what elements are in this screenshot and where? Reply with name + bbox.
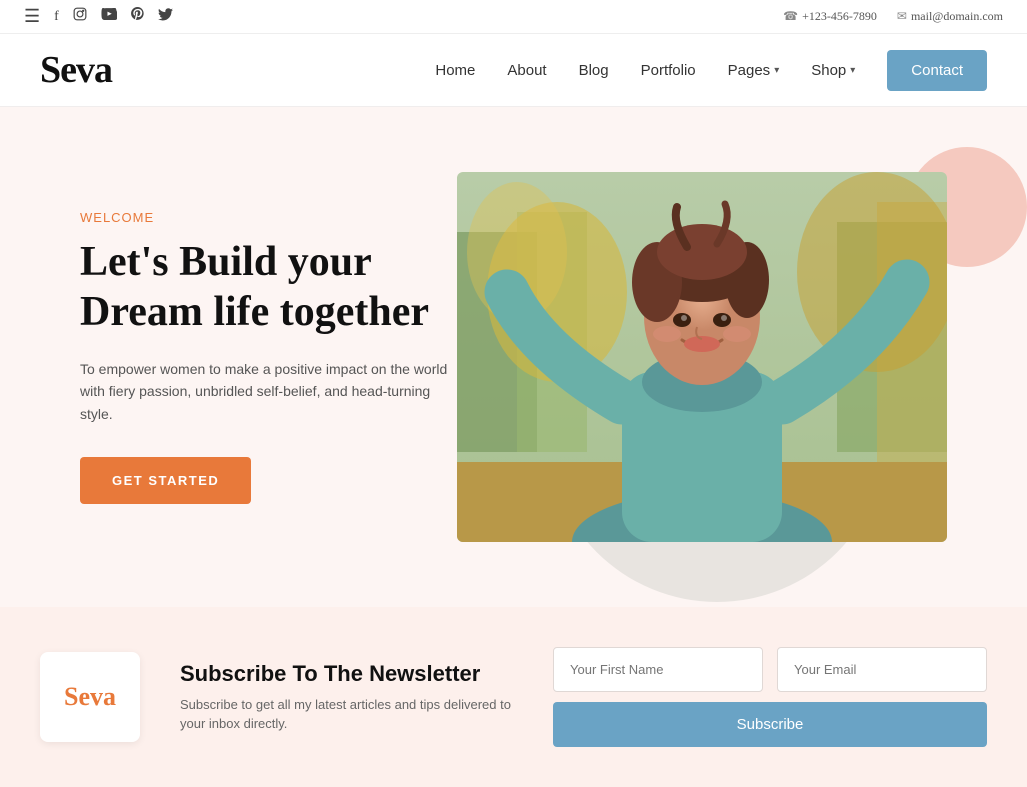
hamburger-icon[interactable]: ☰ — [24, 6, 40, 27]
email-address: mail@domain.com — [911, 9, 1003, 24]
shop-dropdown-arrow: ▾ — [850, 65, 855, 76]
newsletter-title: Subscribe To The Newsletter — [180, 661, 513, 687]
newsletter-content: Subscribe To The Newsletter Subscribe to… — [180, 661, 513, 734]
hero-image-wrapper — [457, 172, 947, 542]
main-nav: Home About Blog Portfolio Pages ▾ Shop ▾… — [435, 50, 987, 91]
newsletter-section: Seva Subscribe To The Newsletter Subscri… — [0, 607, 1027, 787]
email-icon: ✉ — [897, 9, 907, 24]
phone-icon: ☎ — [783, 9, 798, 24]
hero-title-line2: Dream life together — [80, 289, 429, 335]
top-bar: ☰ f ☎ +123-456-7890 ✉ mail@domain.com — [0, 0, 1027, 34]
email-info: ✉ mail@domain.com — [897, 9, 1003, 24]
phone-number: +123-456-7890 — [802, 9, 877, 24]
instagram-icon[interactable] — [73, 7, 87, 26]
nav-shop[interactable]: Shop — [811, 62, 846, 79]
hero-section: Welcome Let's Build your Dream life toge… — [0, 107, 1027, 607]
nav-pages-dropdown[interactable]: Pages ▾ — [728, 62, 780, 79]
twitter-icon[interactable] — [158, 8, 173, 26]
nav-portfolio[interactable]: Portfolio — [641, 62, 696, 79]
newsletter-form: Subscribe — [553, 647, 987, 747]
facebook-icon[interactable]: f — [54, 9, 59, 25]
email-input[interactable] — [777, 647, 987, 692]
site-logo[interactable]: Seva — [40, 48, 112, 92]
nav-blog[interactable]: Blog — [579, 62, 609, 79]
contact-button[interactable]: Contact — [887, 50, 987, 91]
newsletter-logo: Seva — [64, 682, 116, 712]
phone-info: ☎ +123-456-7890 — [783, 9, 877, 24]
subscribe-button[interactable]: Subscribe — [553, 702, 987, 747]
newsletter-logo-wrapper: Seva — [40, 652, 140, 742]
top-bar-left: ☰ f — [24, 6, 173, 27]
pages-dropdown-arrow: ▾ — [774, 65, 779, 76]
pinterest-icon[interactable] — [131, 7, 144, 27]
first-name-input[interactable] — [553, 647, 763, 692]
top-bar-right: ☎ +123-456-7890 ✉ mail@domain.com — [783, 9, 1003, 24]
nav-about[interactable]: About — [507, 62, 546, 79]
hero-title-line1: Let's Build your — [80, 239, 372, 285]
hero-content: Welcome Let's Build your Dream life toge… — [80, 210, 457, 504]
nav-shop-dropdown[interactable]: Shop ▾ — [811, 62, 855, 79]
nav-pages[interactable]: Pages — [728, 62, 771, 79]
hero-description: To empower women to make a positive impa… — [80, 358, 457, 425]
welcome-label: Welcome — [80, 210, 457, 225]
header: Seva Home About Blog Portfolio Pages ▾ S… — [0, 34, 1027, 107]
newsletter-inputs — [553, 647, 987, 692]
get-started-button[interactable]: GET STARTED — [80, 457, 251, 504]
hero-title: Let's Build your Dream life together — [80, 237, 457, 338]
nav-home[interactable]: Home — [435, 62, 475, 79]
hero-image — [457, 172, 947, 542]
youtube-icon[interactable] — [101, 8, 117, 25]
newsletter-description: Subscribe to get all my latest articles … — [180, 695, 513, 734]
